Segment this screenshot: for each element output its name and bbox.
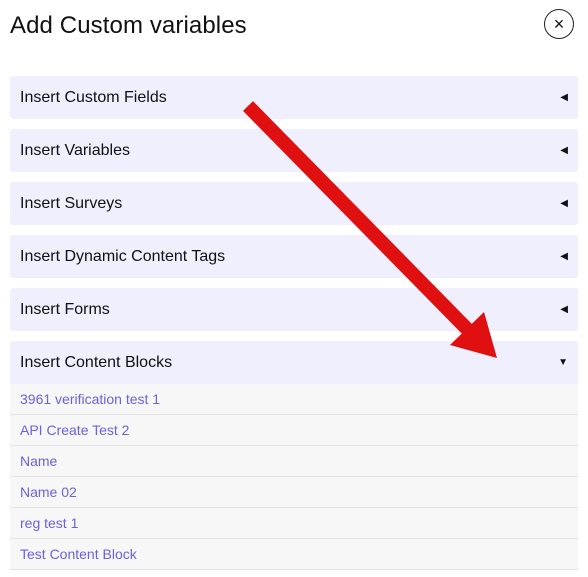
section-label: Insert Variables <box>20 141 130 159</box>
content-block-item[interactable]: Name 02 <box>10 477 578 508</box>
caret-left-icon: ◀ <box>560 304 568 315</box>
section-content-blocks[interactable]: Insert Content Blocks ▼ <box>10 341 578 384</box>
content-block-item[interactable]: Name <box>10 446 578 477</box>
content-block-item[interactable]: Test Content Block <box>10 539 578 570</box>
caret-down-icon: ▼ <box>558 357 568 368</box>
content-block-item[interactable]: API Create Test 2 <box>10 415 578 446</box>
section-label: Insert Custom Fields <box>20 88 167 106</box>
modal-title: Add Custom variables <box>10 12 247 39</box>
close-button[interactable]: × <box>544 9 574 39</box>
section-label: Insert Surveys <box>20 194 123 212</box>
content-block-item[interactable]: 3961 verification test 1 <box>10 384 578 415</box>
section-variables[interactable]: Insert Variables ◀ <box>10 129 578 172</box>
content-blocks-list: 3961 verification test 1 API Create Test… <box>10 384 578 570</box>
accordion: Insert Custom Fields ◀ Insert Variables … <box>10 76 578 570</box>
caret-left-icon: ◀ <box>560 251 568 262</box>
section-dynamic-content-tags[interactable]: Insert Dynamic Content Tags ◀ <box>10 235 578 278</box>
section-label: Insert Dynamic Content Tags <box>20 247 226 265</box>
caret-left-icon: ◀ <box>560 92 568 103</box>
content-block-item[interactable]: reg test 1 <box>10 508 578 539</box>
section-label: Insert Forms <box>20 300 110 318</box>
caret-left-icon: ◀ <box>560 198 568 209</box>
section-surveys[interactable]: Insert Surveys ◀ <box>10 182 578 225</box>
caret-left-icon: ◀ <box>560 145 568 156</box>
section-label: Insert Content Blocks <box>20 353 173 371</box>
add-custom-variables-modal: Add Custom variables × Insert Custom Fie… <box>0 0 588 577</box>
section-custom-fields[interactable]: Insert Custom Fields ◀ <box>10 76 578 119</box>
section-forms[interactable]: Insert Forms ◀ <box>10 288 578 331</box>
close-icon: × <box>553 14 565 34</box>
